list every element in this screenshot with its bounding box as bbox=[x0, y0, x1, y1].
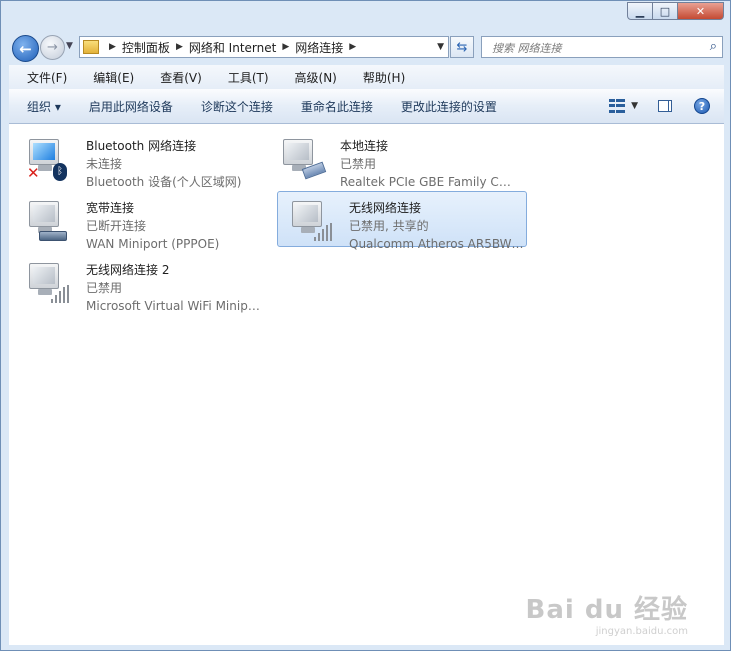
organize-button[interactable]: 组织 ▾ bbox=[9, 98, 75, 115]
minimize-button[interactable]: ▁ bbox=[627, 2, 653, 20]
connection-device: Realtek PCIe GBE Family Contr... bbox=[340, 175, 518, 189]
modem-icon bbox=[39, 231, 67, 241]
connection-item-bluetooth[interactable]: ✕ ᛒ Bluetooth 网络连接 未连接 Bluetooth 设备(个人区域… bbox=[14, 129, 264, 189]
forward-arrow-icon: → bbox=[47, 40, 58, 55]
chevron-right-icon[interactable]: ▶ bbox=[282, 42, 289, 52]
back-button[interactable]: ← bbox=[12, 35, 39, 62]
chevron-right-icon[interactable]: ▶ bbox=[109, 42, 116, 52]
connection-status: 已断开连接 bbox=[86, 219, 147, 233]
connection-device: Microsoft Virtual WiFi Minipor... bbox=[86, 299, 264, 313]
maximize-button[interactable]: □ bbox=[653, 2, 678, 20]
connection-device: WAN Miniport (PPPOE) bbox=[86, 237, 220, 251]
menu-view[interactable]: 查看(V) bbox=[142, 69, 210, 86]
preview-pane-icon[interactable] bbox=[658, 100, 672, 112]
watermark-logo: Bai du 经验 bbox=[525, 595, 688, 625]
address-row: ← → ▼ ▶ 控制面板 ▶ 网络和 Internet ▶ 网络连接 ▶ ▼ ⇆… bbox=[1, 31, 731, 63]
connection-status: 已禁用 bbox=[86, 281, 123, 295]
connection-item-local[interactable]: 本地连接 已禁用 Realtek PCIe GBE Family Contr..… bbox=[268, 129, 518, 189]
connection-status: 已禁用 bbox=[340, 157, 377, 171]
rename-connection-button[interactable]: 重命名此连接 bbox=[287, 98, 387, 115]
signal-bars-icon bbox=[314, 223, 334, 241]
control-panel-icon bbox=[83, 40, 99, 54]
wireless-network-icon bbox=[27, 261, 71, 305]
address-dropdown-icon[interactable]: ▼ bbox=[437, 42, 444, 52]
chevron-right-icon[interactable]: ▶ bbox=[176, 42, 183, 52]
connection-status: 未连接 bbox=[86, 157, 123, 171]
menu-bar: 文件(F) 编辑(E) 查看(V) 工具(T) 高级(N) 帮助(H) bbox=[9, 65, 724, 90]
breadcrumb-control-panel[interactable]: 控制面板 bbox=[122, 39, 170, 56]
chevron-right-icon[interactable]: ▶ bbox=[349, 42, 356, 52]
enable-device-button[interactable]: 启用此网络设备 bbox=[75, 98, 187, 115]
breadcrumb-network-connections[interactable]: 网络连接 bbox=[295, 39, 343, 56]
disconnected-x-icon: ✕ bbox=[27, 164, 40, 182]
connection-name: 无线网络连接 bbox=[349, 201, 422, 215]
refresh-icon: ⇆ bbox=[456, 39, 468, 55]
refresh-button[interactable]: ⇆ bbox=[450, 36, 474, 58]
change-settings-button[interactable]: 更改此连接的设置 bbox=[387, 98, 511, 115]
history-dropdown-icon[interactable]: ▼ bbox=[66, 41, 73, 51]
view-controls: ▼ ? bbox=[609, 89, 724, 123]
watermark-url: jingyan.baidu.com bbox=[595, 626, 688, 637]
breadcrumb-network-internet[interactable]: 网络和 Internet bbox=[189, 39, 276, 56]
window-controls: ▁ □ ✕ bbox=[627, 2, 724, 20]
signal-bars-icon bbox=[51, 285, 71, 303]
command-bar: 组织 ▾ 启用此网络设备 诊断这个连接 重命名此连接 更改此连接的设置 ▼ ? bbox=[9, 89, 724, 124]
bluetooth-network-icon: ✕ ᛒ bbox=[27, 137, 71, 181]
help-icon[interactable]: ? bbox=[694, 98, 710, 114]
search-icon[interactable]: ⌕ bbox=[710, 39, 717, 54]
connection-name: 无线网络连接 2 bbox=[86, 263, 170, 277]
menu-advanced[interactable]: 高级(N) bbox=[277, 69, 345, 86]
broadband-modem-icon bbox=[27, 199, 71, 243]
menu-tools[interactable]: 工具(T) bbox=[210, 69, 277, 86]
connection-item-wireless-2[interactable]: 无线网络连接 2 已禁用 Microsoft Virtual WiFi Mini… bbox=[14, 253, 264, 313]
menu-edit[interactable]: 编辑(E) bbox=[75, 69, 142, 86]
connections-list: ✕ ᛒ Bluetooth 网络连接 未连接 Bluetooth 设备(个人区域… bbox=[9, 124, 724, 645]
connection-name: 宽带连接 bbox=[86, 201, 135, 215]
view-dropdown-icon[interactable]: ▼ bbox=[631, 101, 638, 111]
back-arrow-icon: ← bbox=[19, 39, 32, 58]
bluetooth-icon: ᛒ bbox=[53, 163, 67, 181]
connection-status: 已禁用, 共享的 bbox=[349, 219, 429, 233]
explorer-window: ▁ □ ✕ ← → ▼ ▶ 控制面板 ▶ 网络和 Internet ▶ 网络连接… bbox=[0, 0, 731, 651]
connection-name: 本地连接 bbox=[340, 139, 389, 153]
search-input[interactable] bbox=[490, 38, 694, 58]
search-box[interactable]: ⌕ bbox=[481, 36, 723, 58]
view-options-icon[interactable] bbox=[609, 99, 626, 113]
menu-file[interactable]: 文件(F) bbox=[9, 69, 75, 86]
forward-button[interactable]: → bbox=[40, 35, 65, 60]
connection-item-wireless[interactable]: 无线网络连接 已禁用, 共享的 Qualcomm Atheros AR5BWB2… bbox=[277, 191, 527, 251]
connection-name: Bluetooth 网络连接 bbox=[86, 139, 197, 153]
baidu-watermark: Bai du 经验 jingyan.baidu.com bbox=[526, 589, 689, 637]
close-button[interactable]: ✕ bbox=[678, 2, 724, 20]
connection-device: Qualcomm Atheros AR5BWB2... bbox=[349, 237, 527, 251]
address-bar[interactable]: ▶ 控制面板 ▶ 网络和 Internet ▶ 网络连接 ▶ ▼ bbox=[79, 36, 449, 58]
menu-help[interactable]: 帮助(H) bbox=[345, 69, 413, 86]
connection-item-broadband[interactable]: 宽带连接 已断开连接 WAN Miniport (PPPOE) bbox=[14, 191, 264, 251]
diagnose-connection-button[interactable]: 诊断这个连接 bbox=[187, 98, 287, 115]
ethernet-network-icon bbox=[281, 137, 327, 181]
connection-device: Bluetooth 设备(个人区域网) bbox=[86, 175, 242, 189]
wireless-network-icon bbox=[290, 199, 334, 243]
